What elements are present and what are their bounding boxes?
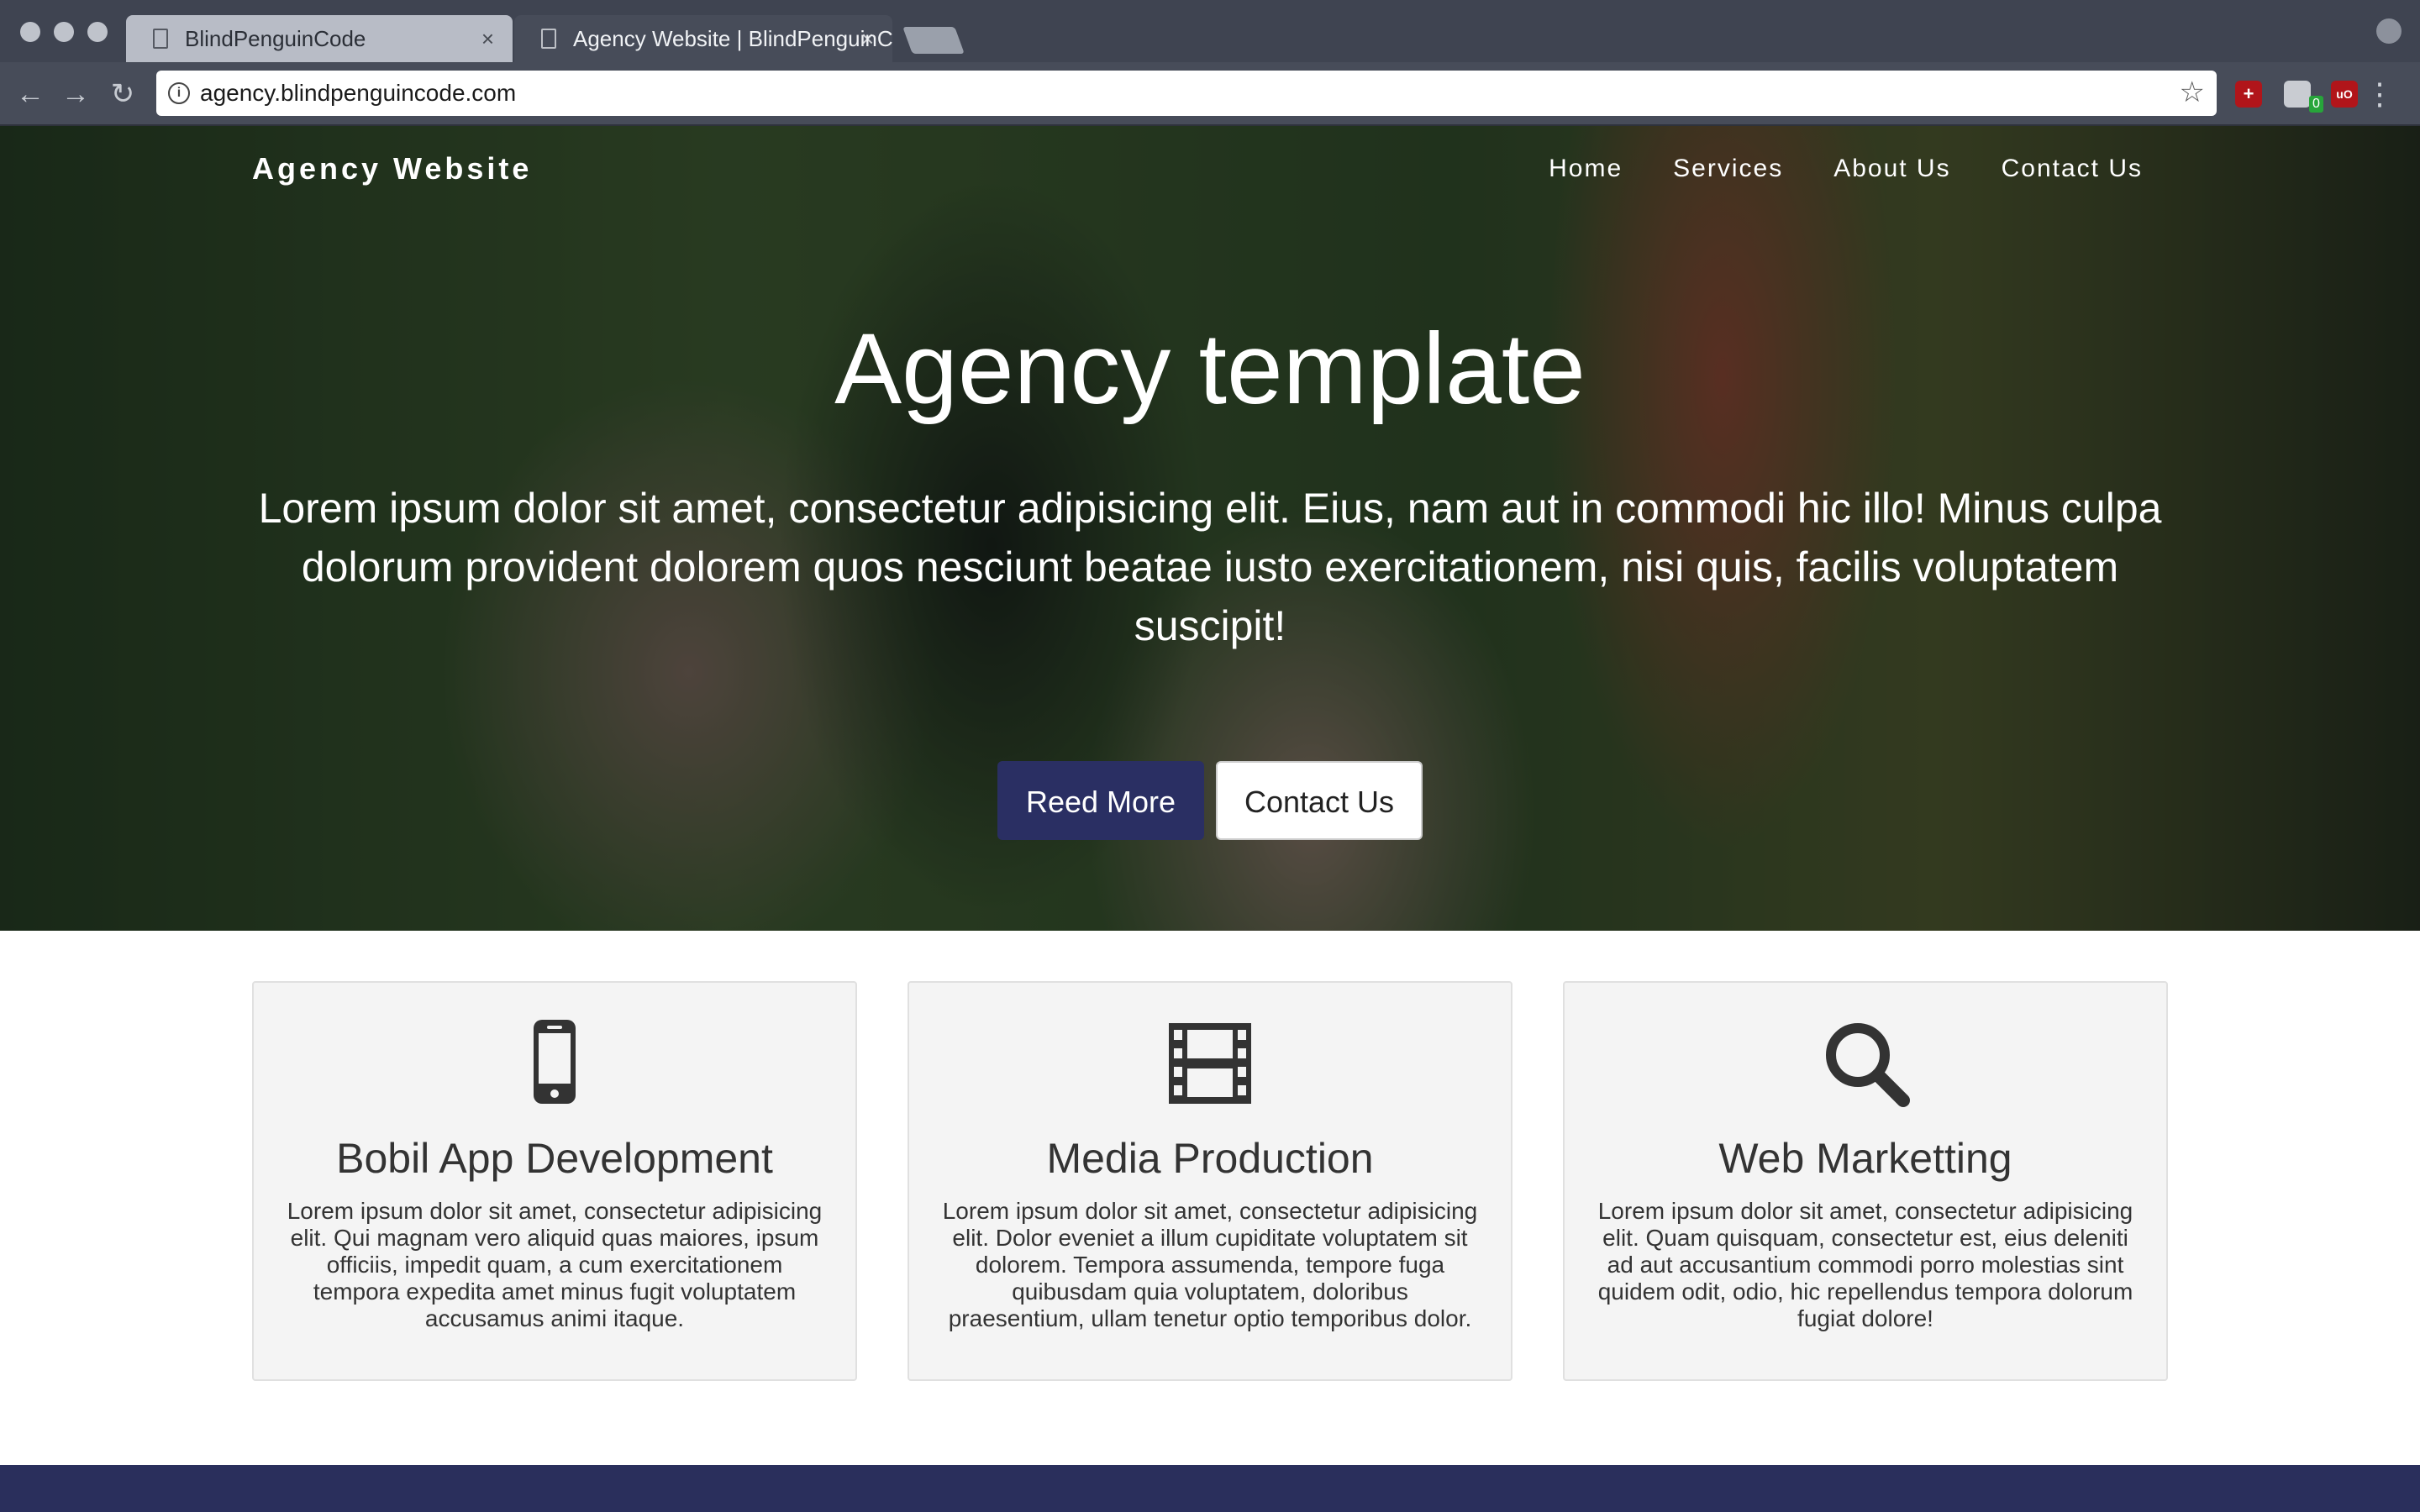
browser-tab-strip: BlindPenguinCode × Agency Website | Blin… xyxy=(0,0,2420,62)
close-window-button[interactable] xyxy=(20,22,40,42)
mobile-phone-icon xyxy=(534,1020,576,1104)
tab-title: Agency Website | BlindPenguinCode xyxy=(573,26,892,51)
browser-tab-agency-website[interactable]: Agency Website | BlindPenguinCode × xyxy=(514,15,892,62)
hero-text: Lorem ipsum dolor sit amet, consectetur … xyxy=(258,485,2162,649)
service-title: Web Marketting xyxy=(1718,1135,2012,1182)
hero-section: Agency Website Home Services About Us Co… xyxy=(0,126,2420,931)
document-icon xyxy=(153,29,168,49)
service-text: Lorem ipsum dolor sit amet, consectetur … xyxy=(287,1198,823,1331)
site-nav: Home Services About Us Contact Us xyxy=(1549,155,2143,183)
service-card-mobile: Bobil App Development Lorem ipsum dolor … xyxy=(252,981,857,1381)
minimize-window-button[interactable] xyxy=(54,22,74,42)
extension-shield-icon[interactable]: + xyxy=(2235,81,2262,108)
info-icon[interactable]: i xyxy=(168,82,190,104)
service-text: Lorem ipsum dolor sit amet, consectetur … xyxy=(1597,1198,2133,1331)
service-title: Media Production xyxy=(1046,1135,1374,1182)
extension-badge: 0 xyxy=(2309,96,2323,113)
site-brand[interactable]: Agency Website xyxy=(252,151,532,186)
service-text: Lorem ipsum dolor sit amet, consectetur … xyxy=(942,1198,1478,1331)
nav-home[interactable]: Home xyxy=(1549,155,1623,183)
hero-buttons: Reed More Contact Us xyxy=(0,761,2420,840)
service-card-marketing: Web Marketting Lorem ipsum dolor sit ame… xyxy=(1563,981,2168,1381)
back-arrow-icon[interactable]: ← xyxy=(13,77,47,111)
nav-about-us[interactable]: About Us xyxy=(1833,155,1950,183)
reload-icon[interactable]: ↻ xyxy=(106,77,139,111)
bookmark-star-icon[interactable]: ☆ xyxy=(2180,76,2205,109)
document-icon xyxy=(541,29,556,49)
footer-band xyxy=(0,1465,2420,1512)
nav-services[interactable]: Services xyxy=(1673,155,1783,183)
browser-tab-blindpenguincode[interactable]: BlindPenguinCode × xyxy=(126,15,513,62)
close-tab-icon[interactable]: × xyxy=(481,15,494,62)
search-icon xyxy=(1826,1023,1910,1107)
read-more-button[interactable]: Reed More xyxy=(997,761,1204,840)
browser-toolbar: ← → ↻ i agency.blindpenguincode.com ☆ + … xyxy=(0,62,2420,126)
ublock-icon[interactable]: uO xyxy=(2331,81,2358,108)
service-card-media: Media Production Lorem ipsum dolor sit a… xyxy=(908,981,1512,1381)
forward-arrow-icon[interactable]: → xyxy=(59,77,92,111)
profile-avatar-icon[interactable] xyxy=(2376,18,2402,44)
address-bar[interactable]: i agency.blindpenguincode.com ☆ xyxy=(156,71,2217,116)
extension-bug-icon[interactable] xyxy=(2284,81,2311,108)
nav-contact-us[interactable]: Contact Us xyxy=(2002,155,2143,183)
browser-menu-icon[interactable]: ⋮ xyxy=(2365,77,2395,111)
close-tab-icon[interactable]: × xyxy=(861,15,874,62)
services-section: Bobil App Development Lorem ipsum dolor … xyxy=(252,981,2168,1381)
film-icon xyxy=(1169,1023,1251,1104)
maximize-window-button[interactable] xyxy=(87,22,108,42)
tab-title: BlindPenguinCode xyxy=(185,26,366,51)
hero-title: Agency template xyxy=(834,312,1586,425)
url-text[interactable]: agency.blindpenguincode.com xyxy=(200,71,516,116)
new-tab-button[interactable] xyxy=(902,27,965,54)
service-title: Bobil App Development xyxy=(336,1135,773,1182)
contact-us-button[interactable]: Contact Us xyxy=(1216,761,1423,840)
